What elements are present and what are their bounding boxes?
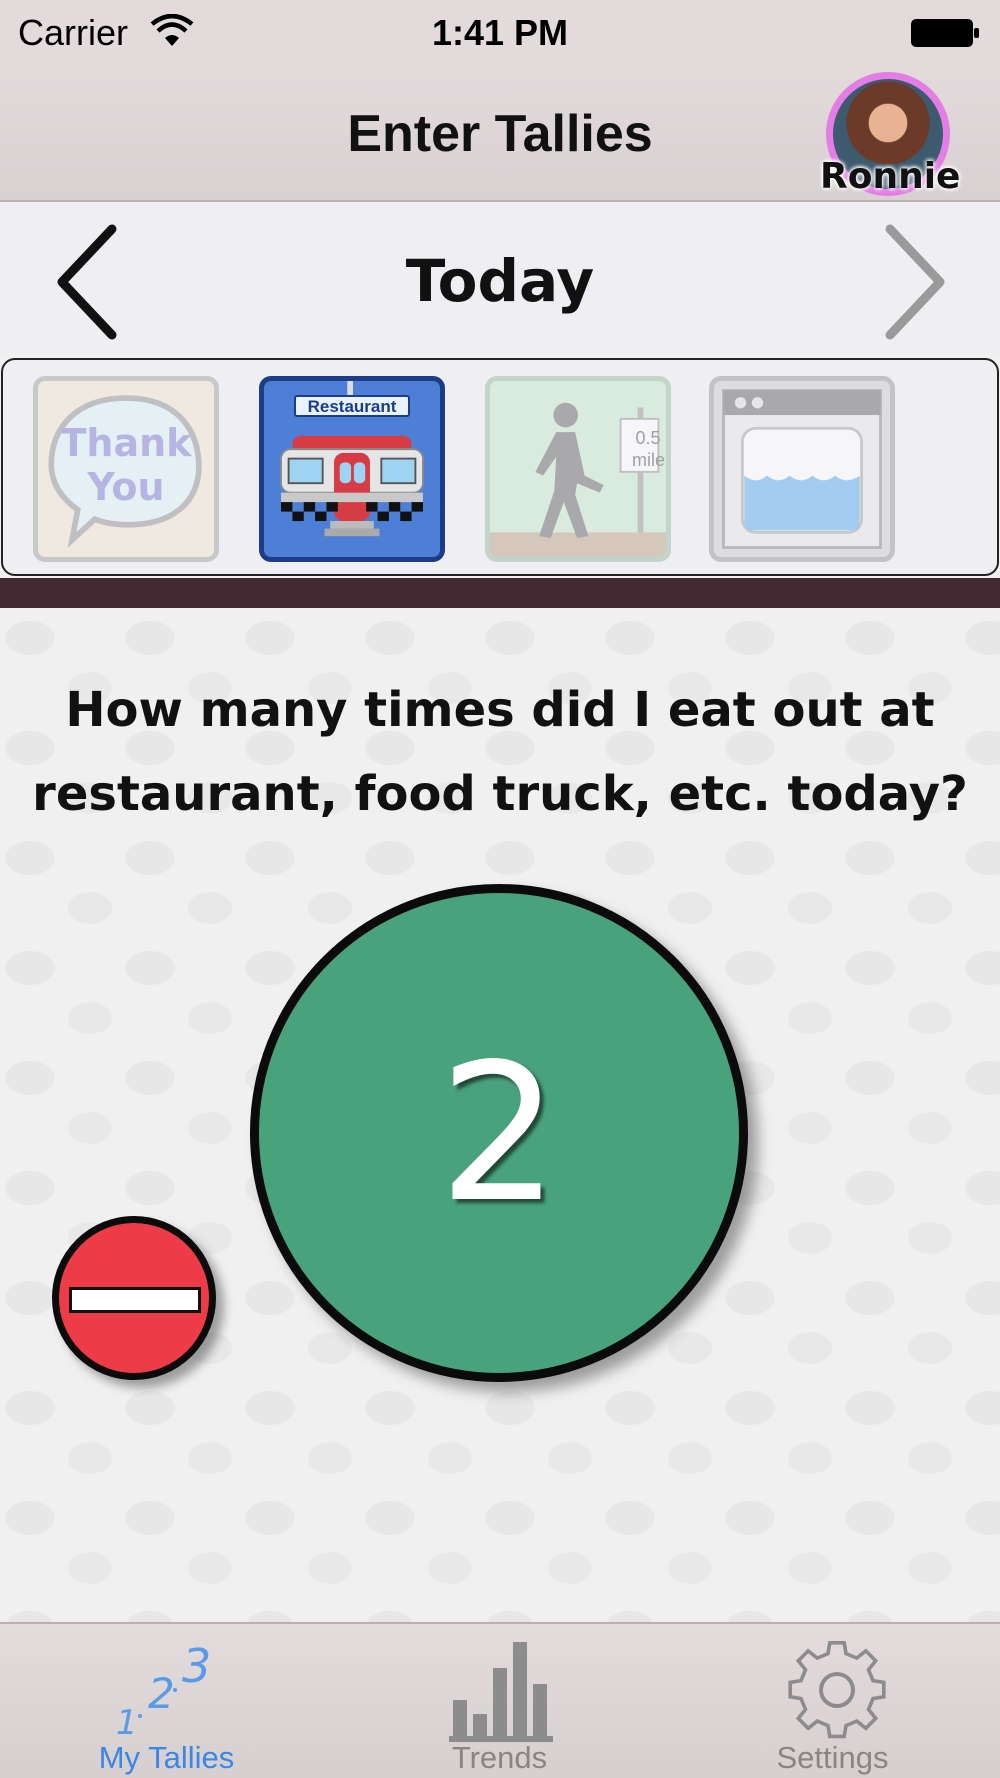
battery-icon (911, 19, 979, 47)
status-bar: Carrier 1:41 PM (0, 0, 1000, 68)
tally-entry-area: How many times did I eat out at restaura… (0, 608, 1000, 1622)
tally-question: How many times did I eat out at restaura… (32, 682, 968, 822)
date-label: Today (405, 247, 595, 315)
tab-icon-digit-three: 3 (182, 1639, 211, 1693)
tab-icon-digit-two: 2 (148, 1669, 175, 1718)
tally-thank-you-label: Thank You (60, 421, 192, 509)
tally-count: 2 (438, 1022, 560, 1244)
tally-selector[interactable]: Thank You Restaurant 0.5 miles (1, 358, 999, 576)
oven-icon (722, 389, 882, 549)
minus-icon (69, 1287, 201, 1313)
tab-label-my-tallies: My Tallies (98, 1740, 235, 1775)
tally-walk-sign: 0.5 miles (632, 428, 671, 470)
clock: 1:41 PM (431, 12, 569, 53)
tallies-icon: 1 2 3 (116, 1639, 211, 1742)
tab-label-trends: Trends (451, 1740, 548, 1775)
section-divider (0, 578, 1000, 608)
increment-count-button[interactable]: 2 (250, 884, 748, 1382)
tally-walk[interactable]: 0.5 miles (485, 376, 671, 562)
date-navigator: Today (0, 203, 1000, 355)
tally-oven[interactable] (709, 376, 895, 562)
profile-name[interactable]: Ronnie (820, 156, 960, 197)
tally-restaurant-label: Restaurant (294, 395, 410, 417)
tally-thank-you[interactable]: Thank You (33, 376, 219, 562)
decrement-button[interactable] (52, 1216, 216, 1380)
tally-restaurant[interactable]: Restaurant (259, 376, 445, 562)
bar-chart-icon (449, 1642, 553, 1742)
tab-label-settings: Settings (776, 1740, 889, 1775)
tab-bar: 1 2 3 My Tallies Trends Settings (0, 1622, 1000, 1778)
tab-my-tallies[interactable]: 1 2 3 My Tallies (0, 1624, 333, 1778)
gear-icon (788, 1640, 886, 1739)
next-day-chevron-icon[interactable] (872, 221, 952, 343)
tab-icon-digit-one: 1 (116, 1703, 138, 1742)
tab-settings[interactable]: Settings (666, 1624, 999, 1778)
tab-trends[interactable]: Trends (333, 1624, 666, 1778)
nav-bar: Enter Tallies Ronnie (0, 68, 1000, 202)
